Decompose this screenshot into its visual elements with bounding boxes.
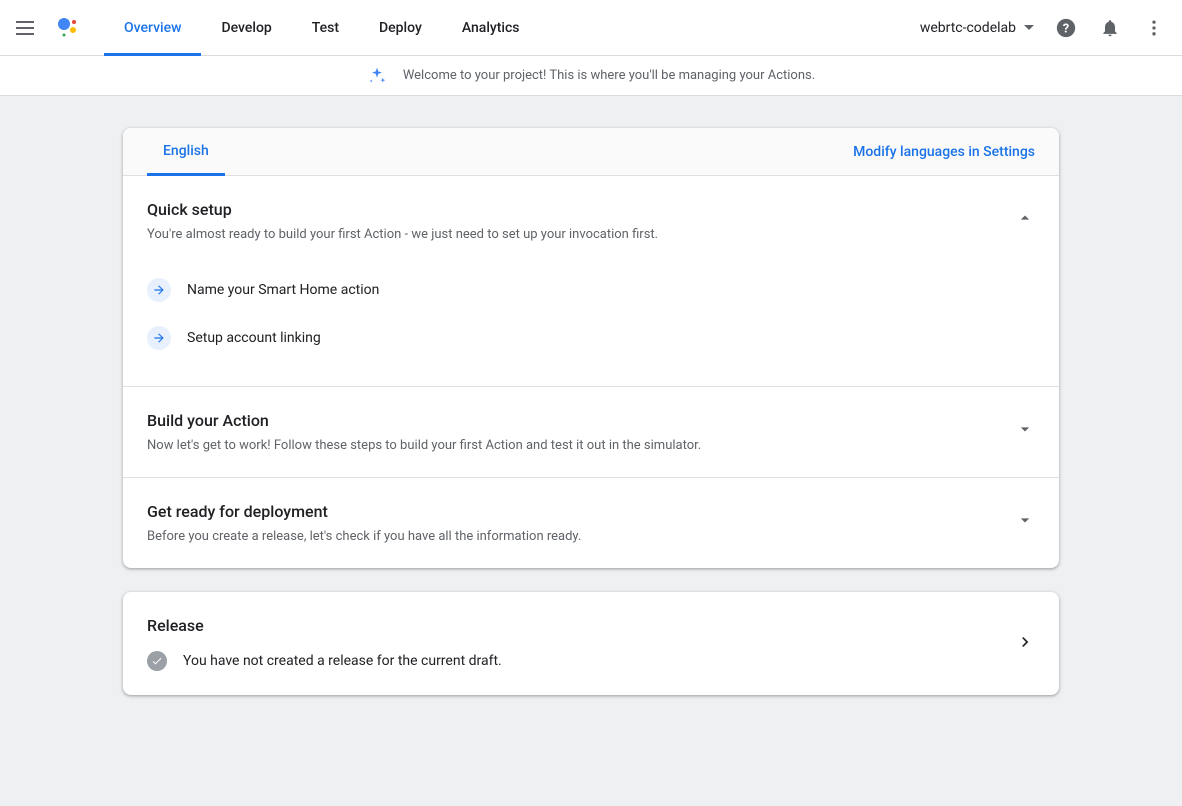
item-label: Name your Smart Home action: [187, 282, 379, 298]
section-title: Build your Action: [147, 411, 1035, 430]
welcome-banner: Welcome to your project! This is where y…: [0, 56, 1182, 96]
tab-analytics[interactable]: Analytics: [442, 0, 540, 56]
main-container: English Modify languages in Settings Qui…: [0, 96, 1182, 806]
notifications-icon[interactable]: [1098, 16, 1122, 40]
release-card[interactable]: Release You have not created a release f…: [123, 592, 1059, 695]
sparkle-icon: [367, 66, 387, 86]
section-subtitle: You're almost ready to build your first …: [147, 227, 1035, 242]
section-subtitle: Before you create a release, let's check…: [147, 529, 1035, 544]
release-title: Release: [147, 616, 1035, 635]
nav-tabs: Overview Develop Test Deploy Analytics: [104, 0, 539, 56]
section-deployment[interactable]: Get ready for deployment Before you crea…: [123, 478, 1059, 568]
header-right: webrtc-codelab ?: [920, 16, 1166, 40]
release-status-text: You have not created a release for the c…: [183, 653, 502, 669]
section-quick-setup: Quick setup You're almost ready to build…: [123, 176, 1059, 387]
help-icon[interactable]: ?: [1054, 16, 1078, 40]
banner-text: Welcome to your project! This is where y…: [403, 68, 815, 83]
overview-card: English Modify languages in Settings Qui…: [123, 128, 1059, 568]
modify-languages-link[interactable]: Modify languages in Settings: [853, 144, 1035, 160]
language-tabs-bar: English Modify languages in Settings: [123, 128, 1059, 176]
tab-develop[interactable]: Develop: [201, 0, 291, 56]
assistant-logo: [56, 16, 80, 40]
language-tab-english[interactable]: English: [147, 128, 225, 176]
section-title: Quick setup: [147, 200, 1035, 219]
chevron-right-icon[interactable]: [1015, 632, 1035, 656]
expand-icon[interactable]: [1015, 510, 1035, 534]
tab-test[interactable]: Test: [292, 0, 359, 56]
quick-setup-items: Name your Smart Home action Setup accoun…: [147, 266, 1035, 362]
app-header: Overview Develop Test Deploy Analytics w…: [0, 0, 1182, 56]
arrow-icon: [147, 278, 171, 302]
arrow-icon: [147, 326, 171, 350]
section-title: Get ready for deployment: [147, 502, 1035, 521]
more-options-icon[interactable]: [1142, 16, 1166, 40]
dropdown-icon: [1024, 25, 1034, 30]
project-selector[interactable]: webrtc-codelab: [920, 20, 1034, 36]
tab-deploy[interactable]: Deploy: [359, 0, 442, 56]
section-subtitle: Now let's get to work! Follow these step…: [147, 438, 1035, 453]
collapse-icon[interactable]: [1015, 208, 1035, 232]
release-status: You have not created a release for the c…: [147, 651, 1035, 671]
check-icon: [147, 651, 167, 671]
section-build-action[interactable]: Build your Action Now let's get to work!…: [123, 387, 1059, 478]
content: English Modify languages in Settings Qui…: [123, 128, 1059, 695]
expand-icon[interactable]: [1015, 419, 1035, 443]
hamburger-menu-icon[interactable]: [16, 16, 40, 40]
item-label: Setup account linking: [187, 330, 321, 346]
item-account-linking[interactable]: Setup account linking: [147, 314, 1035, 362]
project-name: webrtc-codelab: [920, 20, 1016, 36]
svg-text:?: ?: [1063, 21, 1069, 36]
tab-overview[interactable]: Overview: [104, 0, 201, 56]
item-name-action[interactable]: Name your Smart Home action: [147, 266, 1035, 314]
